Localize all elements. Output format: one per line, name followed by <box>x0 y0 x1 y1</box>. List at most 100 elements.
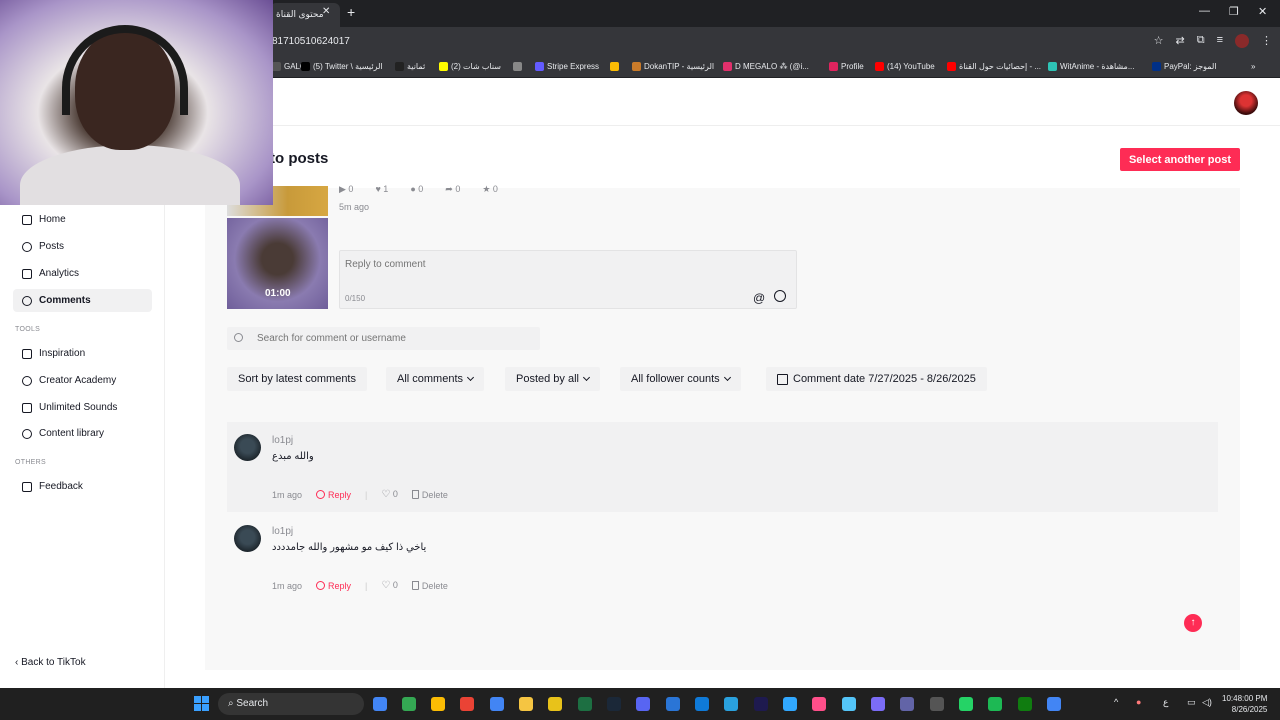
comment-username[interactable]: lo1pj <box>272 526 293 537</box>
reply-box[interactable]: 0/150 @ <box>339 250 797 309</box>
comment-search[interactable] <box>227 327 540 350</box>
comment-type-dropdown[interactable]: All comments <box>386 367 485 391</box>
back-to-tiktok-link[interactable]: ‹ Back to TikTok <box>15 657 86 668</box>
bookmarks-overflow-icon[interactable]: » <box>1251 62 1255 71</box>
system-clock[interactable]: 10:48:00 PM 8/26/2025 <box>1222 693 1267 715</box>
steam-icon[interactable] <box>607 697 621 711</box>
chrome-icon[interactable] <box>1047 697 1061 711</box>
delete-button[interactable]: Delete <box>411 581 448 591</box>
windows-start-icon[interactable] <box>194 696 209 711</box>
sidebar-item-creator-academy[interactable]: Creator Academy <box>13 369 152 392</box>
microphone-icon[interactable]: ● <box>1136 697 1141 707</box>
spotify-icon[interactable] <box>988 697 1002 711</box>
app-icon[interactable] <box>871 697 885 711</box>
chrome-icon[interactable] <box>373 697 387 711</box>
notes-icon[interactable] <box>548 697 562 711</box>
teams-icon[interactable] <box>900 697 914 711</box>
comment-username[interactable]: lo1pj <box>272 435 293 446</box>
mention-icon[interactable]: @ <box>753 291 765 305</box>
sort-dropdown[interactable]: Sort by latest comments <box>227 367 367 391</box>
taskbar-search[interactable]: ⌕ Search <box>218 693 364 715</box>
photoshop-icon[interactable] <box>783 697 797 711</box>
browser-menu-icon[interactable]: ⋮ <box>1261 34 1272 48</box>
delete-button[interactable]: Delete <box>411 490 448 500</box>
reply-button[interactable]: Reply <box>316 490 351 500</box>
comment-date-filter[interactable]: Comment date 7/27/2025 - 8/26/2025 <box>766 367 987 391</box>
emoji-icon[interactable] <box>774 290 786 302</box>
sidebar-item-analytics[interactable]: Analytics <box>13 262 152 285</box>
new-tab-button[interactable]: + <box>347 4 355 20</box>
sidebar-item-home[interactable]: Home <box>13 208 152 231</box>
chrome-profile-icon[interactable] <box>460 697 474 711</box>
translate-icon[interactable]: ⇄ <box>1176 34 1185 48</box>
bookmark-star-icon[interactable]: ☆ <box>1154 34 1164 48</box>
like-button[interactable]: ♡ 0 <box>381 580 398 591</box>
bookmark-item[interactable] <box>513 62 525 71</box>
close-window-button[interactable]: ✕ <box>1258 5 1267 18</box>
avatar[interactable] <box>234 434 261 461</box>
scroll-to-top-button[interactable]: ↑ <box>1184 614 1202 632</box>
file-explorer-icon[interactable] <box>519 697 533 711</box>
flutter-icon[interactable] <box>842 697 856 711</box>
bookmark-item[interactable] <box>610 62 622 71</box>
telegram-icon[interactable] <box>724 697 738 711</box>
premiere-icon[interactable] <box>754 697 768 711</box>
bookmark-item[interactable]: D MEGALO ⁂ (@i... <box>723 62 809 71</box>
sidebar-item-comments[interactable]: Comments <box>13 289 152 312</box>
chrome-profile-icon[interactable] <box>402 697 416 711</box>
profile-avatar-icon[interactable] <box>1235 34 1249 48</box>
excel-icon[interactable] <box>578 697 592 711</box>
like-button[interactable]: ♡ 0 <box>381 489 398 500</box>
reading-list-icon[interactable]: ≡ <box>1217 34 1223 48</box>
edge-icon[interactable] <box>695 697 709 711</box>
network-icon[interactable]: ▭ <box>1187 697 1196 708</box>
select-another-post-button[interactable]: Select another post <box>1120 148 1240 171</box>
language-indicator[interactable]: ع <box>1163 697 1168 708</box>
sidebar-item-content-library[interactable]: Content library <box>13 422 152 445</box>
extensions-icon[interactable]: ⧉ <box>1197 34 1205 48</box>
bookmark-item[interactable]: DokanTIP - الرئيسية <box>632 62 714 71</box>
comment-text: ياخي ذا كيف مو مشهور والله جامدددد <box>272 542 427 553</box>
bookmark-item[interactable]: Stripe Express <box>535 62 599 71</box>
bookmark-item[interactable]: (14) YouTube <box>875 62 935 71</box>
sidebar-item-feedback[interactable]: Feedback <box>13 475 152 498</box>
bookmark-item[interactable]: WitAnime - مشاهدة... <box>1048 62 1134 71</box>
meta-separator: | <box>365 580 368 591</box>
chrome-profile-icon[interactable] <box>431 697 445 711</box>
reply-input[interactable] <box>345 256 785 272</box>
restore-button[interactable]: ❐ <box>1229 5 1239 18</box>
sidebar-item-posts[interactable]: Posts <box>13 235 152 258</box>
follower-count-dropdown[interactable]: All follower counts <box>620 367 741 391</box>
whatsapp-icon[interactable] <box>959 697 973 711</box>
bookmark-item[interactable]: ثمانية <box>395 62 425 71</box>
avatar[interactable] <box>234 525 261 552</box>
discord-icon[interactable] <box>636 697 650 711</box>
bookmark-item[interactable]: إحصائيات حول القناة - ... <box>947 62 1041 71</box>
app-icon[interactable] <box>666 697 680 711</box>
sidebar-item-label: Posts <box>39 241 65 252</box>
reply-button[interactable]: Reply <box>316 581 351 591</box>
bookmark-item[interactable]: PayPal: الموجز <box>1152 62 1217 71</box>
chrome-active-icon[interactable] <box>490 697 504 711</box>
bookmark-item[interactable]: (5) Twitter \ الرئيسية <box>301 62 383 71</box>
bookmark-item[interactable]: (2) سناب شات <box>439 62 501 71</box>
bookmark-item[interactable]: Profile <box>829 62 864 71</box>
bookmark-favicon-icon <box>272 62 281 71</box>
comment-row[interactable]: lo1pj والله مبدع 1m ago Reply | ♡ 0 Delete <box>227 422 1218 512</box>
volume-icon[interactable]: ◁) <box>1202 697 1212 708</box>
tab-close-icon[interactable]: ✕ <box>322 6 330 17</box>
minimize-button[interactable]: — <box>1199 5 1210 17</box>
xbox-icon[interactable] <box>1018 697 1032 711</box>
tools-section-label: TOOLS <box>15 326 41 333</box>
posted-by-dropdown[interactable]: Posted by all <box>505 367 600 391</box>
sidebar-item-unlimited-sounds[interactable]: Unlimited Sounds <box>13 396 152 419</box>
sidebar-item-inspiration[interactable]: Inspiration <box>13 342 152 365</box>
app-icon[interactable] <box>812 697 826 711</box>
search-input[interactable] <box>257 331 527 346</box>
tray-chevron-icon[interactable]: ^ <box>1114 697 1118 707</box>
webcam-shirt <box>20 145 240 205</box>
url-text[interactable]: 81710510624017 <box>272 36 350 47</box>
comment-row[interactable]: lo1pj ياخي ذا كيف مو مشهور والله جامدددد 1… <box>227 513 1218 603</box>
user-avatar[interactable] <box>1234 91 1258 115</box>
app-icon[interactable] <box>930 697 944 711</box>
